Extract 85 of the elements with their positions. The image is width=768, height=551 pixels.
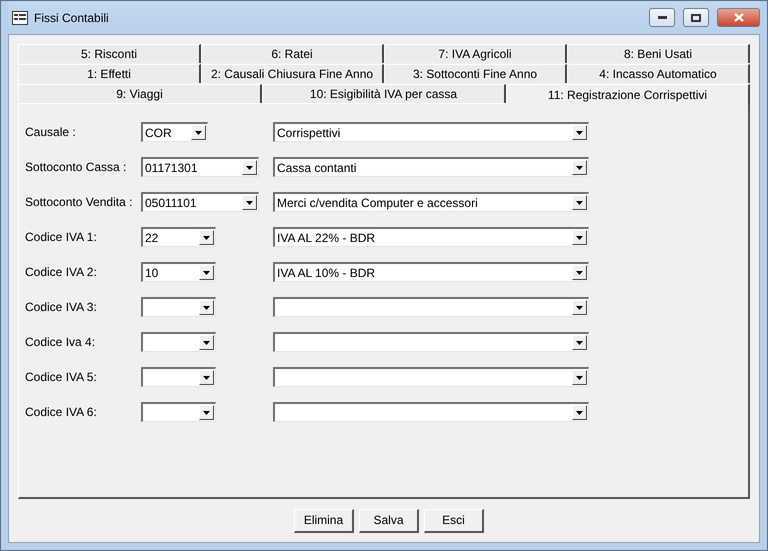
code-dropdown[interactable]: 05011101 (141, 192, 259, 212)
caret-icon (195, 130, 202, 134)
caret-icon (576, 376, 583, 380)
caret-icon (203, 270, 210, 274)
code-dropdown[interactable]: 10 (141, 262, 216, 282)
dropdown-button[interactable] (199, 335, 214, 350)
code-dropdown[interactable]: 01171301 (141, 157, 259, 177)
dropdown-button[interactable] (572, 160, 587, 175)
field-label: Codice IVA 3: (25, 300, 98, 314)
field-label: Causale : (25, 125, 77, 139)
dropdown-button[interactable] (199, 405, 214, 420)
tab[interactable]: 5: Risconti (18, 44, 201, 63)
dropdown-button[interactable] (199, 370, 214, 385)
close-icon (734, 13, 744, 22)
action-button[interactable]: Salva (359, 508, 419, 532)
dropdown-button[interactable] (572, 230, 587, 245)
tab[interactable]: 4: Incasso Automatico (567, 64, 750, 83)
dropdown-button[interactable] (572, 265, 587, 280)
field-label: Codice IVA 5: (25, 370, 98, 384)
caret-icon (203, 306, 210, 310)
close-button[interactable] (717, 8, 760, 27)
tab[interactable]: 10: Esigibilità IVA per cassa (262, 84, 506, 103)
description-dropdown[interactable] (273, 367, 589, 387)
description-dropdown[interactable] (273, 332, 589, 352)
minimize-icon (658, 16, 666, 19)
action-button[interactable]: Elimina (294, 508, 354, 532)
caret-icon (576, 200, 583, 204)
caret-icon (576, 166, 583, 170)
field-label: Codice IVA 6: (25, 405, 98, 419)
dropdown-button[interactable] (199, 300, 214, 315)
caret-icon (576, 270, 583, 274)
description-dropdown[interactable]: Cassa contanti (273, 157, 589, 177)
caret-icon (576, 306, 583, 310)
code-dropdown[interactable]: COR (141, 122, 208, 142)
dropdown-button[interactable] (572, 195, 587, 210)
caret-icon (246, 166, 253, 170)
dropdown-button[interactable] (572, 125, 587, 140)
field-label: Sottoconto Vendita : (25, 195, 134, 209)
tab[interactable]: 6: Ratei (201, 44, 384, 63)
tab[interactable]: 2: Causali Chiusura Fine Anno (201, 64, 384, 83)
tab[interactable]: 8: Beni Usati (567, 44, 750, 63)
dropdown-button[interactable] (572, 335, 587, 350)
description-dropdown[interactable]: IVA AL 10% - BDR (273, 262, 589, 282)
field-label: Codice IVA 1: (25, 230, 98, 244)
dropdown-button[interactable] (191, 125, 206, 140)
caret-icon (576, 130, 583, 134)
field-label: Sottoconto Cassa : (25, 160, 128, 174)
dropdown-button[interactable] (572, 370, 587, 385)
action-button[interactable]: Esci (424, 508, 484, 532)
caret-icon (576, 410, 583, 414)
code-dropdown[interactable] (141, 297, 216, 317)
tab[interactable]: 11: Registrazione Corrispettivi (506, 84, 750, 105)
caret-icon (576, 236, 583, 240)
field-label: Codice IVA 2: (25, 265, 98, 279)
maximize-icon (691, 14, 701, 22)
tab[interactable]: 9: Viaggi (18, 84, 262, 103)
code-dropdown[interactable] (141, 332, 216, 352)
caret-icon (203, 410, 210, 414)
dropdown-button[interactable] (572, 300, 587, 315)
caret-icon (246, 200, 253, 204)
window-title: Fissi Contabili (34, 10, 110, 24)
form-icon (12, 10, 28, 24)
description-dropdown[interactable]: Merci c/vendita Computer e accessori (273, 192, 589, 212)
minimize-button[interactable] (649, 8, 675, 27)
caret-icon (576, 340, 583, 344)
field-label: Codice Iva 4: (25, 335, 96, 349)
code-dropdown[interactable]: 22 (141, 227, 216, 247)
caret-icon (203, 236, 210, 240)
maximize-button[interactable] (683, 8, 709, 27)
description-dropdown[interactable]: IVA AL 22% - BDR (273, 227, 589, 247)
dropdown-button[interactable] (242, 195, 257, 210)
description-dropdown[interactable] (273, 297, 589, 317)
description-dropdown[interactable]: Corrispettivi (273, 122, 589, 142)
description-dropdown[interactable] (273, 402, 589, 422)
tab[interactable]: 1: Effetti (18, 64, 201, 83)
code-dropdown[interactable] (141, 402, 216, 422)
tab[interactable]: 3: Sottoconti Fine Anno (384, 64, 567, 83)
caret-icon (203, 340, 210, 344)
code-dropdown[interactable] (141, 367, 216, 387)
dropdown-button[interactable] (199, 265, 214, 280)
caret-icon (203, 376, 210, 380)
tab[interactable]: 7: IVA Agricoli (384, 44, 567, 63)
dropdown-button[interactable] (199, 230, 214, 245)
dropdown-button[interactable] (572, 405, 587, 420)
dropdown-button[interactable] (242, 160, 257, 175)
